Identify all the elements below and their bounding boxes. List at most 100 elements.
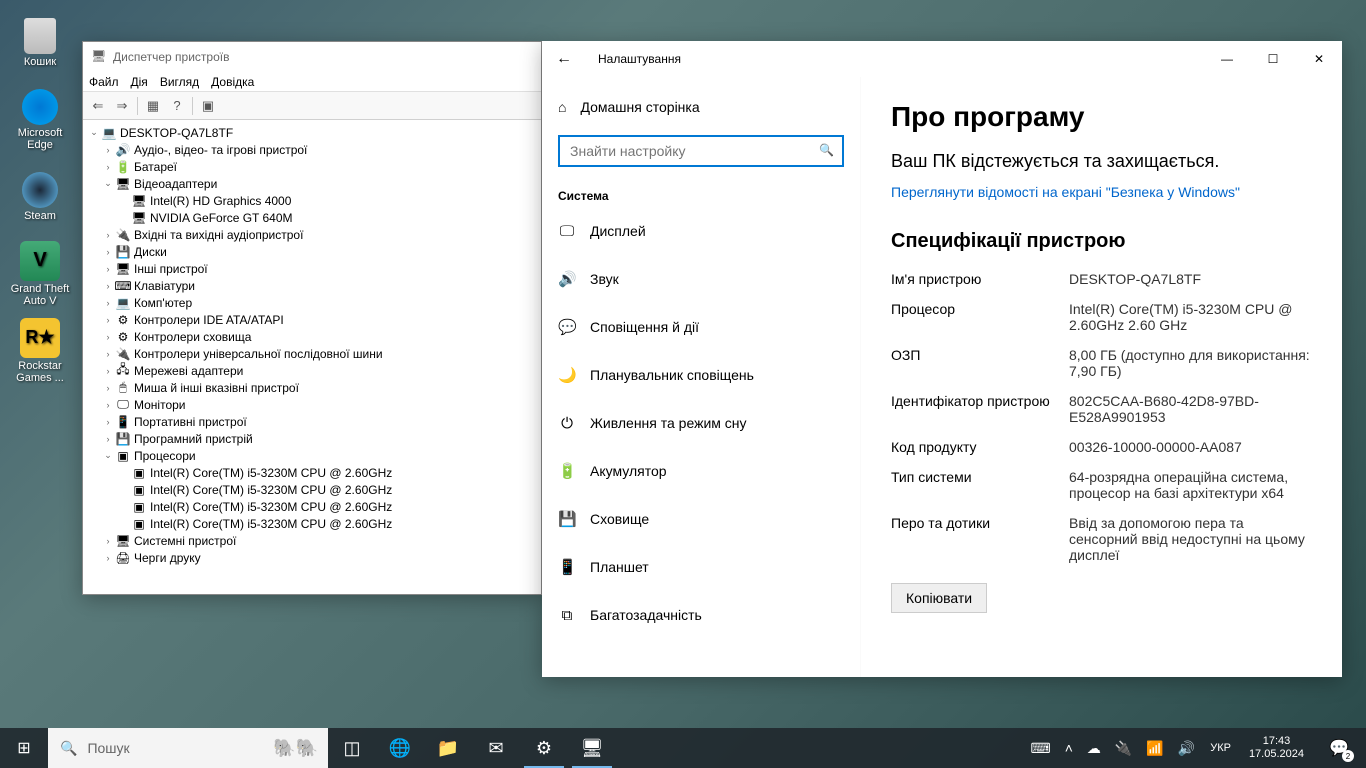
nav-item-label: Живлення та режим сну xyxy=(590,415,747,431)
tree-category[interactable]: ›🔌Контролери універсальної послідовної ш… xyxy=(83,345,541,362)
tray-onedrive-icon[interactable]: ☁ xyxy=(1084,740,1104,757)
nav-item[interactable]: ⧉Багатозадачність xyxy=(542,591,860,639)
tree-category[interactable]: ›📱Портативні пристрої xyxy=(83,413,541,430)
nav-item[interactable]: 🔊 Звук xyxy=(542,255,860,303)
category-icon: 🖥 xyxy=(115,261,131,277)
device-icon: ▣ xyxy=(131,499,147,515)
back-arrow-icon[interactable]: ← xyxy=(552,50,576,68)
tree-category[interactable]: ›⌨Клавіатури xyxy=(83,277,541,294)
nav-item[interactable]: 💾Сховище xyxy=(542,495,860,543)
forward-button[interactable]: ⇒ xyxy=(111,95,133,117)
device-icon: 🖥 xyxy=(131,210,147,226)
tree-category[interactable]: ›💻Комп'ютер xyxy=(83,294,541,311)
tree-category[interactable]: ›🖧Мережеві адаптери xyxy=(83,362,541,379)
devmgr-task-button[interactable]: 🖥 xyxy=(568,728,616,768)
tree-device[interactable]: ▣Intel(R) Core(TM) i5-3230M CPU @ 2.60GH… xyxy=(83,515,541,532)
separator xyxy=(137,97,138,115)
search-input[interactable] xyxy=(558,135,844,167)
nav-home[interactable]: ⌂ Домашня сторінка xyxy=(542,87,860,127)
desktop-icon-rockstar[interactable]: R★Rockstar Games ... xyxy=(5,313,75,388)
security-status: Ваш ПК відстежується та захищається. xyxy=(891,151,1312,172)
tree-category[interactable]: ›🔌Вхідні та вихідні аудіопристрої xyxy=(83,226,541,243)
tree-category[interactable]: ›🖵Монітори xyxy=(83,396,541,413)
security-link[interactable]: Переглянути відомості на екрані "Безпека… xyxy=(891,184,1240,200)
menu-item[interactable]: Вигляд xyxy=(160,75,199,89)
view-button[interactable]: ▦ xyxy=(142,95,164,117)
task-view-button[interactable]: ◫ xyxy=(328,728,376,768)
tray-wifi-icon[interactable]: 📶 xyxy=(1143,740,1166,757)
category-icon: 🖵 xyxy=(115,397,131,413)
settings-content: Про програму Ваш ПК відстежується та зах… xyxy=(860,77,1342,677)
tray-notifications[interactable]: 💬2 xyxy=(1318,728,1360,768)
taskbar-search[interactable]: 🔍 Пошук 🐘🐘 xyxy=(48,728,328,768)
tray-power-icon[interactable]: 🔌 xyxy=(1112,740,1135,757)
desktop-icon-edge[interactable]: Microsoft Edge xyxy=(5,82,75,157)
nav-item[interactable]: 🔋Акумулятор xyxy=(542,447,860,495)
copy-button[interactable]: Копіювати xyxy=(891,583,987,613)
tree-device[interactable]: 🖥Intel(R) HD Graphics 4000 xyxy=(83,192,541,209)
spec-row: Код продукту00326-10000-00000-AA087 xyxy=(891,439,1312,455)
menu-item[interactable]: Файл xyxy=(89,75,119,89)
back-button[interactable]: ⇐ xyxy=(87,95,109,117)
nav-search xyxy=(558,135,844,167)
nav-item[interactable]: ⏻Живлення та режим сну xyxy=(542,399,860,447)
spec-label: Ідентифікатор пристрою xyxy=(891,393,1069,425)
settings-task-button[interactable]: ⚙ xyxy=(520,728,568,768)
minimize-button[interactable]: — xyxy=(1204,43,1250,75)
tree-category[interactable]: ›🖥Інші пристрої xyxy=(83,260,541,277)
tree-category[interactable]: ›⚙Контролери сховища xyxy=(83,328,541,345)
category-icon: ⚙ xyxy=(115,312,131,328)
desktop-icon-gta[interactable]: VGrand Theft Auto V xyxy=(5,236,75,311)
tree-category[interactable]: ›🔊Аудіо-, відео- та ігрові пристрої xyxy=(83,141,541,158)
nav-item-label: Акумулятор xyxy=(590,463,667,479)
tree-device[interactable]: ▣Intel(R) Core(TM) i5-3230M CPU @ 2.60GH… xyxy=(83,464,541,481)
spec-label: Код продукту xyxy=(891,439,1069,455)
icon-label: Кошик xyxy=(24,56,56,68)
tree-category[interactable]: ›🔋Батареї xyxy=(83,158,541,175)
tree-category[interactable]: ›⚙Контролери IDE ATA/ATAPI xyxy=(83,311,541,328)
menu-item[interactable]: Дія xyxy=(131,75,148,89)
mail-task-button[interactable]: ✉ xyxy=(472,728,520,768)
titlebar-left: ← Налаштування xyxy=(552,50,681,68)
tree-category[interactable]: ›💾Програмний пристрій xyxy=(83,430,541,447)
scan-button[interactable]: ▣ xyxy=(197,95,219,117)
tree-category[interactable]: ›🖥Системні пристрої xyxy=(83,532,541,549)
desktop-icon-trash[interactable]: Кошик xyxy=(5,5,75,80)
spec-value: 802C5CAA-B680-42D8-97BD-E528A9901953 xyxy=(1069,393,1312,425)
settings-titlebar[interactable]: ← Налаштування — ☐ ✕ xyxy=(542,41,1342,77)
tree-device[interactable]: 🖥NVIDIA GeForce GT 640M xyxy=(83,209,541,226)
help-button[interactable]: ? xyxy=(166,95,188,117)
spec-row: Ім'я пристроюDESKTOP-QA7L8TF xyxy=(891,271,1312,287)
nav-item[interactable]: 🌙Планувальник сповіщень xyxy=(542,351,860,399)
desktop-icon-steam[interactable]: Steam xyxy=(5,159,75,234)
nav-item[interactable]: 📱Планшет xyxy=(542,543,860,591)
tray-language[interactable]: УКР xyxy=(1206,742,1235,754)
nav-item-icon: 🔊 xyxy=(558,270,576,288)
tree-category[interactable]: ›🖨Черги друку xyxy=(83,549,541,566)
tree-device[interactable]: ▣Intel(R) Core(TM) i5-3230M CPU @ 2.60GH… xyxy=(83,498,541,515)
tray-chevron-up-icon[interactable]: ˄ xyxy=(1062,740,1076,756)
maximize-button[interactable]: ☐ xyxy=(1250,43,1296,75)
tree-device[interactable]: ▣Intel(R) Core(TM) i5-3230M CPU @ 2.60GH… xyxy=(83,481,541,498)
tree-category[interactable]: ›🖱Миша й інші вказівні пристрої xyxy=(83,379,541,396)
nav-item[interactable]: 🖵Дисплей xyxy=(542,207,860,255)
icon-label: Microsoft Edge xyxy=(5,127,75,151)
tree-category[interactable]: ⌄🖥Відеоадаптери xyxy=(83,175,541,192)
nav-item[interactable]: 💬Сповіщення й дії xyxy=(542,303,860,351)
tray-clock[interactable]: 17:43 17.05.2024 xyxy=(1243,735,1310,761)
tree-category[interactable]: ⌄▣Процесори xyxy=(83,447,541,464)
edge-task-button[interactable]: 🌐 xyxy=(376,728,424,768)
devmgr-titlebar[interactable]: 🖥 Диспетчер пристроїв xyxy=(83,42,541,72)
tray-volume-icon[interactable]: 🔊 xyxy=(1175,740,1198,757)
tree-category[interactable]: ›💾Диски xyxy=(83,243,541,260)
tray-keyboard-icon[interactable]: ⌨ xyxy=(1027,740,1053,757)
explorer-task-button[interactable]: 📁 xyxy=(424,728,472,768)
close-button[interactable]: ✕ xyxy=(1296,43,1342,75)
category-icon: 🔌 xyxy=(115,227,131,243)
spec-row: Тип системи64-розрядна операційна систем… xyxy=(891,469,1312,501)
spec-label: Тип системи xyxy=(891,469,1069,501)
tree-root[interactable]: ⌄💻DESKTOP-QA7L8TF xyxy=(83,124,541,141)
nav-item-label: Звук xyxy=(590,271,619,287)
start-button[interactable]: ⊞ xyxy=(0,728,48,768)
menu-item[interactable]: Довідка xyxy=(211,75,254,89)
